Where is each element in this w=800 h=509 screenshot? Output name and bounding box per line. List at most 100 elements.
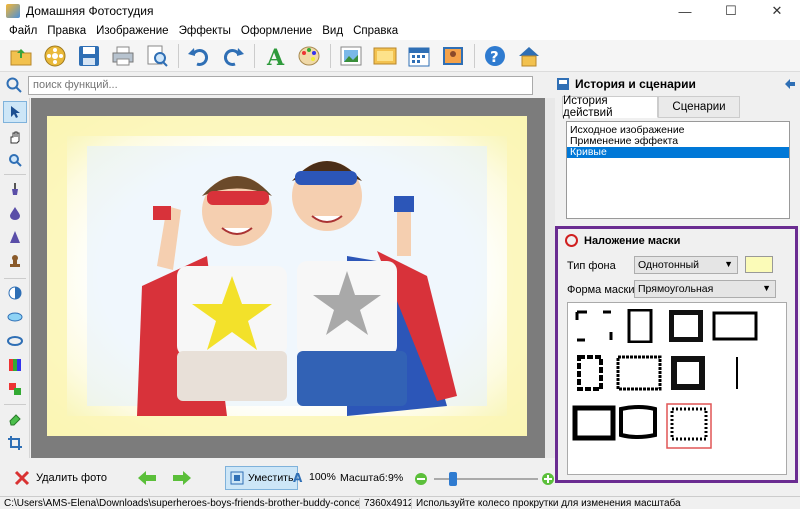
- main-toolbar: A ?: [0, 40, 800, 72]
- mask-shape-label: Форма маски: [567, 284, 635, 296]
- mask-panel-title: Наложение маски: [584, 235, 681, 247]
- window-title: Домашняя Фотостудия: [26, 4, 154, 18]
- chevron-down-icon: ▼: [762, 283, 771, 293]
- pointer-tool-icon[interactable]: [3, 101, 27, 123]
- save-disk-icon[interactable]: [74, 42, 104, 70]
- sharpen-tool-icon[interactable]: [6, 228, 24, 246]
- zoom-in-button[interactable]: [541, 472, 555, 486]
- tool-separator: [4, 404, 26, 405]
- panel-pin-icon[interactable]: [784, 78, 796, 90]
- stamp-tool-icon[interactable]: [6, 252, 24, 270]
- menu-bar: Файл Правка Изображение Эффекты Оформлен…: [0, 22, 800, 40]
- contrast-tool-icon[interactable]: [6, 284, 24, 302]
- brush-tool-icon[interactable]: [6, 180, 24, 198]
- photo-frame-icon[interactable]: [336, 42, 366, 70]
- mask-thumbnail[interactable]: [572, 405, 616, 441]
- bg-type-value: Однотонный: [638, 259, 700, 271]
- mask-thumbnail[interactable]: [618, 405, 658, 439]
- mask-thumbnail[interactable]: [734, 355, 740, 391]
- tab-history[interactable]: История действий: [562, 95, 658, 119]
- mask-thumbnail[interactable]: [626, 309, 654, 343]
- zoom-actual-icon: A: [293, 471, 303, 484]
- next-photo-button[interactable]: [172, 470, 192, 486]
- toolbar-separator: [178, 43, 179, 68]
- palette-icon[interactable]: [294, 42, 324, 70]
- hand-tool-icon[interactable]: [6, 128, 24, 146]
- tab-scenarios[interactable]: Сценарии: [658, 96, 740, 118]
- menu-image[interactable]: Изображение: [91, 25, 173, 37]
- zoom-slider[interactable]: [434, 472, 538, 486]
- delete-x-icon: [14, 470, 30, 486]
- film-reel-icon[interactable]: [40, 42, 70, 70]
- right-panel-header: История и сценарии: [557, 74, 800, 94]
- canvas-scrollbar[interactable]: [545, 98, 555, 458]
- calendar-icon[interactable]: [404, 42, 434, 70]
- svg-text:A: A: [293, 471, 303, 484]
- delete-photo-label: Удалить фото: [36, 472, 108, 484]
- arrow-left-icon: [138, 471, 156, 485]
- toolbar-separator: [330, 43, 331, 68]
- undo-icon[interactable]: [184, 42, 214, 70]
- prev-photo-button[interactable]: [137, 470, 157, 486]
- close-button[interactable]: ✕: [754, 0, 800, 22]
- zoom-out-button[interactable]: [414, 472, 428, 486]
- toolbar-separator: [474, 43, 475, 68]
- ring-tool-icon[interactable]: [6, 332, 24, 350]
- mask-thumbnail[interactable]: [574, 309, 614, 343]
- color-channels-icon[interactable]: [6, 356, 24, 374]
- history-item-selected[interactable]: Кривые: [567, 147, 789, 158]
- color-replace-icon[interactable]: [6, 380, 24, 398]
- scale-label: Масштаб:: [340, 472, 388, 484]
- print-icon[interactable]: [108, 42, 138, 70]
- tool-separator: [4, 174, 26, 175]
- help-icon[interactable]: ?: [480, 42, 510, 70]
- open-folder-icon[interactable]: [6, 42, 36, 70]
- eraser-tool-icon[interactable]: [6, 410, 24, 428]
- crop-tool-icon[interactable]: [6, 434, 24, 452]
- landscape-icon[interactable]: [370, 42, 400, 70]
- zoom-doc-icon[interactable]: [142, 42, 172, 70]
- mask-thumbnail[interactable]: [616, 355, 662, 391]
- chevron-down-icon: ▼: [724, 259, 733, 269]
- maximize-button[interactable]: ☐: [708, 0, 754, 22]
- zoom-100-button[interactable]: A 100%: [292, 470, 336, 484]
- bg-color-swatch[interactable]: [745, 256, 773, 273]
- mask-thumbnail[interactable]: [576, 355, 604, 391]
- fit-button[interactable]: Уместить: [225, 466, 299, 490]
- mask-thumbnail[interactable]: [712, 311, 758, 341]
- menu-edit[interactable]: Правка: [42, 25, 91, 37]
- bg-type-label: Тип фона: [567, 260, 616, 272]
- file-path: C:\Users\AMS-Elena\Downloads\superheroes…: [0, 497, 360, 509]
- bg-type-select[interactable]: Однотонный ▼: [634, 256, 738, 274]
- delete-photo-button[interactable]: Удалить фото: [14, 470, 107, 486]
- bottom-toolbar: Удалить фото Уместить A 100% Масштаб: 9%: [0, 462, 555, 496]
- zoom-tool-icon[interactable]: [6, 151, 24, 169]
- mask-shape-select[interactable]: Прямоугольная ▼: [634, 280, 776, 298]
- mask-shape-value: Прямоугольная: [638, 283, 714, 295]
- redo-icon[interactable]: [218, 42, 248, 70]
- status-bar: C:\Users\AMS-Elena\Downloads\superheroes…: [0, 496, 800, 509]
- menu-view[interactable]: Вид: [317, 25, 348, 37]
- zoom-slider-thumb[interactable]: [449, 472, 457, 486]
- menu-help[interactable]: Справка: [348, 25, 403, 37]
- mask-thumbnail-grid: [567, 302, 787, 475]
- menu-file[interactable]: Файл: [4, 25, 42, 37]
- panel-icon: [557, 78, 569, 90]
- ellipse-tool-icon[interactable]: [6, 308, 24, 326]
- menu-effects[interactable]: Эффекты: [174, 25, 236, 37]
- zoom-100-label: 100%: [309, 471, 336, 483]
- image-canvas[interactable]: [31, 98, 545, 458]
- search-input[interactable]: [28, 75, 533, 95]
- drop-tool-icon[interactable]: [6, 204, 24, 222]
- home-icon[interactable]: [514, 42, 544, 70]
- mask-power-icon[interactable]: [565, 234, 578, 247]
- minimize-button[interactable]: —: [662, 0, 708, 22]
- menu-design[interactable]: Оформление: [236, 25, 317, 37]
- photo-collage-icon[interactable]: [438, 42, 468, 70]
- mask-thumbnail-selected[interactable]: [666, 403, 712, 449]
- mask-thumbnail[interactable]: [668, 309, 704, 343]
- svg-text:?: ?: [490, 48, 499, 66]
- mask-thumbnail[interactable]: [670, 355, 706, 391]
- text-a-icon[interactable]: A: [260, 42, 290, 70]
- search-icon: [6, 77, 22, 93]
